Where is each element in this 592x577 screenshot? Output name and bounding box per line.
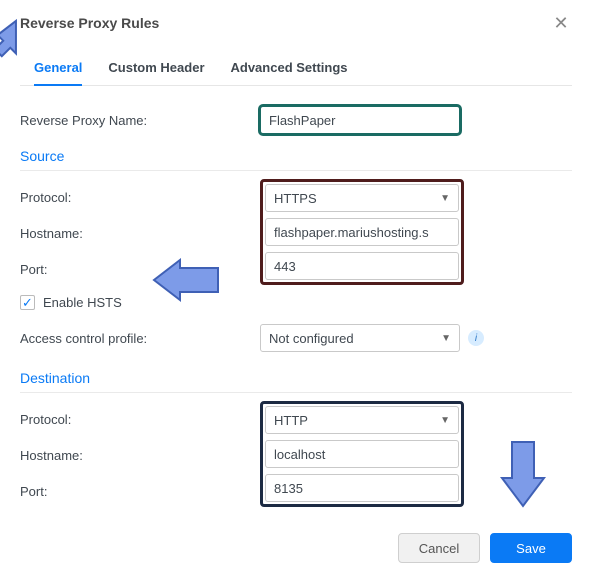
source-highlight-box: HTTPS ▼ (260, 179, 464, 285)
label-access-profile: Access control profile: (20, 331, 260, 346)
label-dst-protocol: Protocol: (20, 401, 260, 437)
destination-highlight-box: HTTP ▼ (260, 401, 464, 507)
section-source: Source (20, 148, 572, 171)
save-button[interactable]: Save (490, 533, 572, 563)
chevron-down-icon: ▼ (440, 193, 450, 204)
row-access-profile: Access control profile: Not configured ▼… (20, 320, 572, 356)
source-group-row: Protocol: Hostname: Port: HTTPS ▼ (20, 173, 572, 287)
close-icon[interactable]: ✕ (550, 12, 572, 34)
select-dst-protocol[interactable]: HTTP ▼ (265, 406, 459, 434)
tab-advanced-settings[interactable]: Advanced Settings (231, 52, 348, 85)
checkbox-enable-hsts[interactable]: ✓ (20, 295, 35, 310)
tab-custom-header[interactable]: Custom Header (108, 52, 204, 85)
label-src-hostname: Hostname: (20, 215, 260, 251)
input-dst-port[interactable] (265, 474, 459, 502)
input-src-port[interactable] (265, 252, 459, 280)
chevron-down-icon: ▼ (440, 415, 450, 426)
tabs: General Custom Header Advanced Settings (20, 52, 572, 86)
label-enable-hsts: Enable HSTS (43, 295, 122, 310)
label-dst-port: Port: (20, 473, 260, 509)
title-row: Reverse Proxy Rules ✕ (20, 12, 572, 34)
select-dst-protocol-value: HTTP (274, 413, 308, 428)
label-src-port: Port: (20, 251, 260, 287)
input-src-hostname[interactable] (265, 218, 459, 246)
info-icon[interactable]: i (468, 330, 484, 346)
select-access-profile-value: Not configured (269, 331, 354, 346)
row-hsts: ✓ Enable HSTS (20, 295, 572, 310)
select-src-protocol[interactable]: HTTPS ▼ (265, 184, 459, 212)
select-src-protocol-value: HTTPS (274, 191, 317, 206)
input-dst-hostname[interactable] (265, 440, 459, 468)
label-dst-hostname: Hostname: (20, 437, 260, 473)
select-access-profile[interactable]: Not configured ▼ (260, 324, 460, 352)
reverse-proxy-dialog: Reverse Proxy Rules ✕ General Custom Hea… (0, 0, 592, 577)
section-destination: Destination (20, 370, 572, 393)
row-name: Reverse Proxy Name: (20, 102, 572, 138)
form-body: Reverse Proxy Name: Source Protocol: Hos… (20, 86, 572, 563)
label-name: Reverse Proxy Name: (20, 113, 260, 128)
input-proxy-name[interactable] (260, 106, 460, 134)
tab-general[interactable]: General (34, 52, 82, 85)
button-row: Cancel Save (20, 533, 572, 563)
label-src-protocol: Protocol: (20, 179, 260, 215)
dest-group-row: Protocol: Hostname: Port: HTTP ▼ (20, 395, 572, 509)
chevron-down-icon: ▼ (441, 333, 451, 344)
cancel-button[interactable]: Cancel (398, 533, 480, 563)
dialog-title: Reverse Proxy Rules (20, 15, 159, 31)
